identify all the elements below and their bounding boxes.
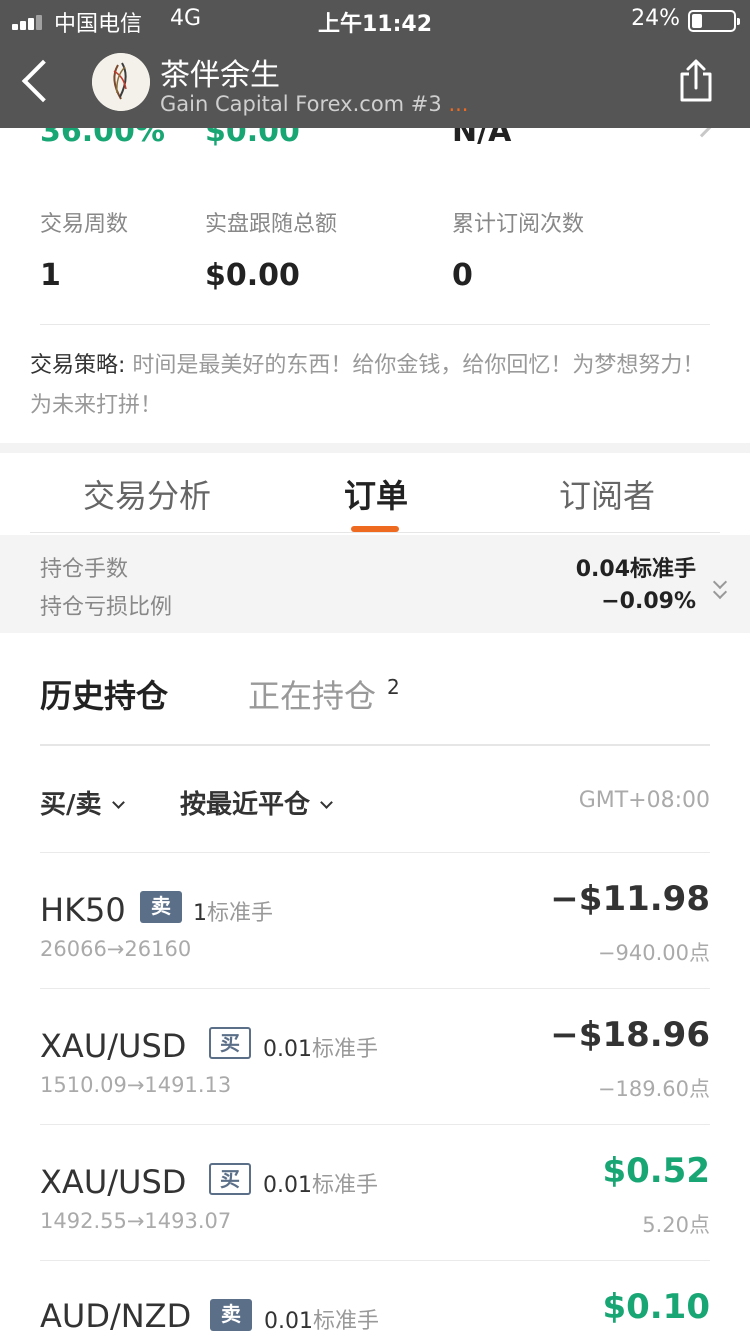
status-bar: 中国电信 4G 上午11:42 24% [0, 0, 750, 42]
chevron-down-icon [320, 796, 333, 809]
tabs-divider [30, 532, 720, 533]
stat-label-weeks: 交易周数 [40, 212, 129, 237]
divider [40, 744, 710, 746]
strategy-text: 时间是最美好的东西！给你金钱，给你回忆！为梦想努力！为未来打拼！ [30, 353, 705, 418]
price-range: 1510.09→1491.13 [40, 1073, 232, 1097]
side-badge: 卖 [210, 1299, 252, 1331]
loss-ratio-value: −0.09% [601, 589, 696, 614]
stat-value-follow-total: $0.00 [205, 258, 300, 293]
stat-label-subscriptions: 累计订阅次数 [452, 212, 585, 237]
position-points: −940.00点 [597, 941, 710, 965]
position-subtabs: 历史持仓 正在持仓 2 [0, 665, 750, 725]
sort-filter-dropdown[interactable]: 按最近平仓 [180, 784, 333, 821]
position-lot: 1标准手 [193, 901, 274, 926]
side-filter-label: 买/卖 [40, 790, 102, 820]
position-row[interactable]: XAU/USD 买 0.01标准手 1492.55→1493.07 $0.52 … [0, 1125, 750, 1261]
side-badge: 卖 [140, 891, 182, 923]
section-gap [0, 443, 750, 453]
position-lot: 0.01标准手 [264, 1309, 379, 1334]
lots-value: 0.04标准手 [575, 557, 696, 582]
position-row[interactable]: XAU/USD 买 0.01标准手 1510.09→1491.13 −$18.9… [0, 989, 750, 1125]
tab-orders[interactable]: 订单 [344, 471, 408, 517]
holdings-summary[interactable]: 持仓手数 0.04标准手 持仓亏损比例 −0.09% [0, 535, 750, 633]
position-symbol: XAU/USD [40, 1027, 187, 1065]
trading-strategy: 交易策略: 时间是最美好的东西！给你金钱，给你回忆！为梦想努力！为未来打拼！ [30, 346, 710, 426]
battery-percent: 24% [631, 6, 680, 31]
tab-subscribers[interactable]: 订阅者 [559, 471, 655, 517]
position-points: −189.60点 [597, 1077, 710, 1101]
side-filter-dropdown[interactable]: 买/卖 [40, 784, 125, 821]
strategy-label: 交易策略: [30, 353, 126, 378]
side-badge: 买 [209, 1163, 251, 1195]
page-subtitle: Gain Capital Forex.com #3 ... [160, 92, 469, 116]
stat-value-weeks: 1 [40, 258, 61, 293]
main-tabs: 交易分析 订单 订阅者 [0, 453, 750, 533]
tab-trade-analysis[interactable]: 交易分析 [83, 471, 211, 517]
position-pnl: −$18.96 [550, 1015, 710, 1055]
price-range: 26066→26160 [40, 937, 192, 961]
avatar[interactable] [92, 53, 150, 111]
position-pnl: $0.10 [602, 1287, 710, 1327]
stat-value-subscriptions: 0 [452, 258, 473, 293]
stat-label-follow-total: 实盘跟随总额 [205, 212, 338, 237]
position-row[interactable]: AUD/NZD 卖 0.01标准手 $0.10 [0, 1261, 750, 1334]
share-icon[interactable] [676, 58, 716, 104]
timezone-label: GMT+08:00 [578, 788, 710, 813]
position-pnl: −$11.98 [550, 879, 710, 919]
current-positions-count: 2 [387, 675, 400, 699]
position-symbol: HK50 [40, 891, 126, 929]
position-symbol: AUD/NZD [40, 1297, 192, 1334]
divider [40, 324, 710, 325]
position-pnl: $0.52 [602, 1151, 710, 1191]
position-row[interactable]: HK50 卖 1标准手 26066→26160 −$11.98 −940.00点 [0, 853, 750, 989]
tab-history-positions[interactable]: 历史持仓 [40, 671, 168, 717]
chevron-left-icon[interactable] [21, 59, 65, 103]
tab-current-positions[interactable]: 正在持仓 [248, 671, 376, 717]
filter-bar: 买/卖 按最近平仓 GMT+08:00 [0, 780, 750, 824]
stats-row: 交易周数 1 实盘跟随总额 $0.00 累计订阅次数 0 [0, 200, 750, 310]
price-range: 1492.55→1493.07 [40, 1209, 232, 1233]
battery-icon [688, 10, 740, 32]
chevron-down-icon [111, 796, 125, 809]
side-badge: 买 [209, 1027, 251, 1059]
lots-label: 持仓手数 [40, 557, 129, 582]
position-lot: 0.01标准手 [263, 1037, 378, 1062]
loss-ratio-label: 持仓亏损比例 [40, 595, 173, 620]
position-points: 5.20点 [642, 1213, 710, 1237]
page-title: 茶伴余生 [160, 58, 280, 93]
position-lot: 0.01标准手 [263, 1173, 378, 1198]
app-header: 中国电信 4G 上午11:42 24% 茶伴余生 Gain Capital Fo… [0, 0, 750, 128]
position-symbol: XAU/USD [40, 1163, 187, 1201]
sort-filter-label: 按最近平仓 [180, 790, 311, 820]
